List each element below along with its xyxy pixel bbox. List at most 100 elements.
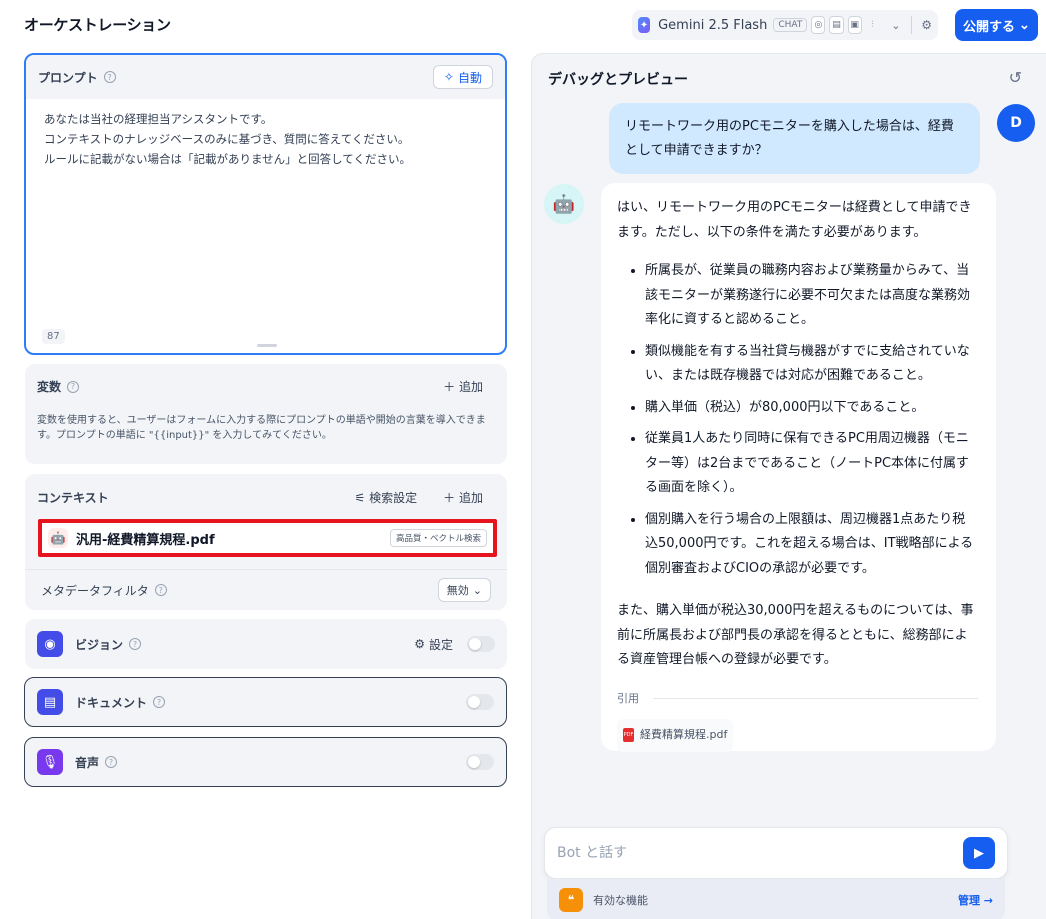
citation-header: 引用 [617, 687, 978, 712]
help-icon[interactable]: ? [105, 756, 118, 768]
settings-label: 設定 [428, 637, 453, 652]
prompt-editor[interactable]: プロンプト ? ✧ 自動 あなたは当社の経理担当アシスタントです。 コンテキスト… [24, 53, 507, 355]
debug-title: デバッグとプレビュー [548, 72, 688, 88]
retrieval-badge: 高品質・ベクトル検索 [389, 529, 487, 547]
search-settings-label: 検索設定 [369, 490, 418, 505]
divider [25, 569, 507, 570]
citation-label: 引用 [617, 691, 639, 705]
prompt-header: プロンプト ? ✧ 自動 [26, 55, 505, 99]
divider [910, 16, 912, 34]
vision-icon: ◎ [811, 16, 826, 34]
enabled-features-bar: ❝ 有効な機能 管理 → [547, 879, 1005, 919]
metadata-filter-select[interactable]: 無効 ⌄ [437, 578, 491, 602]
chevron-down-icon[interactable]: ⌄ [891, 19, 900, 32]
manage-label: 管理 [957, 894, 980, 907]
model-selector[interactable]: ✦ Gemini 2.5 Flash CHAT ◎ ▤ ▣ ⫶ ⌄ ⚙ [632, 10, 938, 40]
auto-generate-button[interactable]: ✧ 自動 [432, 65, 493, 89]
chevron-down-icon: ⌄ [1019, 17, 1030, 32]
bot-conditions-list: 所属長が、従業員の職務内容および業務量からみて、当該モニターが業務遂行に必要不可… [617, 259, 978, 581]
help-icon[interactable]: ? [129, 638, 142, 650]
model-mode-badge: CHAT [773, 18, 808, 32]
add-label: 追加 [458, 380, 483, 394]
audio-feature: 🎙 音声 ? [24, 737, 507, 787]
divider [653, 698, 978, 700]
citation-file-name: 経費精算規程.pdf [640, 728, 728, 741]
send-button[interactable]: ▶ [963, 837, 995, 869]
sliders-icon: ⚟ [354, 490, 366, 505]
chat-input[interactable] [557, 845, 963, 861]
quote-icon: ❝ [559, 888, 583, 912]
vision-feature: ◉ ビジョン ? ⚙ 設定 [25, 619, 507, 669]
bot-intro: はい、リモートワーク用のPCモニターは経費として申請できます。ただし、以下の条件… [617, 200, 972, 240]
citation-chip[interactable]: PDF 経費精算規程.pdf [617, 719, 734, 752]
list-item: 従業員1人あたり同時に保有できるPC用周辺機器（モニター等）は2台までであること… [645, 427, 978, 501]
send-icon: ▶ [974, 845, 984, 860]
help-icon[interactable]: ? [67, 380, 80, 393]
document-label: ドキュメント [75, 695, 148, 710]
gear-icon: ⚙ [414, 637, 425, 651]
metadata-filter-label: メタデータフィルタ [41, 583, 149, 598]
vision-settings-button[interactable]: ⚙ 設定 [414, 636, 453, 653]
metadata-filter-value: 無効 [446, 584, 469, 597]
gemini-logo-icon: ✦ [638, 17, 651, 33]
bot-outro: また、購入単価が税込30,000円を超えるものについては、事前に所属長および部門… [617, 603, 974, 667]
document-icon: ▤ [829, 16, 844, 34]
help-icon[interactable]: ? [103, 71, 116, 83]
help-icon[interactable]: ? [153, 696, 166, 708]
document-feature: ▤ ドキュメント ? [24, 677, 507, 727]
audio-toggle[interactable] [466, 754, 494, 770]
list-item: 購入単価（税込）が80,000円以下であること。 [645, 396, 978, 421]
enabled-features-label: 有効な機能 [593, 894, 648, 907]
video-icon: ▣ [847, 16, 862, 34]
list-item: 類似機能を有する当社貸与機器がすでに支給されていない、または既存機器では対応が困… [645, 340, 978, 389]
refresh-icon[interactable]: ↺ [1009, 68, 1022, 87]
publish-button[interactable]: 公開する ⌄ [955, 9, 1038, 41]
add-label: 追加 [458, 490, 483, 505]
add-variable-button[interactable]: ＋ 追加 [443, 378, 483, 395]
audio-icon: ⫶ [871, 20, 874, 30]
metadata-filter-row: メタデータフィルタ ? 無効 ⌄ [41, 578, 491, 602]
prompt-line: ルールに記載がない場合は「記載がありません」と回答してください。 [44, 152, 411, 166]
context-file-name: 汎用-経費精算規程.pdf [76, 532, 215, 548]
context-label: コンテキスト [37, 490, 109, 505]
prompt-line: あなたは当社の経理担当アシスタントです。 [44, 112, 273, 126]
sparkle-icon: ✧ [443, 70, 454, 84]
prompt-line: コンテキストのナレッジベースのみに基づき、質問に答えてください。 [44, 132, 410, 146]
resize-handle[interactable] [257, 344, 277, 347]
context-file-item[interactable]: 🤖 汎用-経費精算規程.pdf 高品質・ベクトル検索 [38, 519, 497, 557]
prompt-text[interactable]: あなたは当社の経理担当アシスタントです。 コンテキストのナレッジベースのみに基づ… [26, 99, 505, 179]
microphone-icon: 🎙 [37, 749, 63, 775]
bot-icon: 🤖 [48, 528, 68, 548]
audio-label: 音声 [75, 755, 100, 770]
variables-label: 変数 [37, 380, 62, 394]
model-name: Gemini 2.5 Flash [658, 17, 768, 33]
chat-input-box: ▶ [544, 827, 1008, 879]
chevron-down-icon: ⌄ [472, 583, 482, 597]
model-settings-icon[interactable]: ⚙ [921, 18, 932, 32]
debug-preview-panel: デバッグとプレビュー ↺ リモートワーク用のPCモニターを購入した場合は、経費と… [531, 53, 1046, 919]
bot-avatar-icon: 🤖 [544, 184, 584, 224]
page-title: オーケストレーション [24, 16, 171, 34]
variables-section: 変数 ? ＋ 追加 変数を使用すると、ユーザーはフォームに入力する際にプロンプト… [25, 364, 507, 464]
list-item: 個別購入を行う場合の上限額は、周辺機器1点あたり税込50,000円です。これを超… [645, 508, 978, 582]
vision-label: ビジョン [75, 637, 124, 652]
variables-description: 変数を使用すると、ユーザーはフォームに入力する際にプロンプトの単語や開始の言葉を… [37, 415, 486, 441]
auto-label: 自動 [457, 70, 482, 85]
pdf-icon: PDF [623, 728, 634, 743]
context-section: コンテキスト ⚟ 検索設定 ＋ 追加 🤖 汎用-経費精算規程.pdf 高品質・ベ… [25, 474, 507, 610]
list-item: 所属長が、従業員の職務内容および業務量からみて、当該モニターが業務遂行に必要不可… [645, 259, 978, 333]
help-icon[interactable]: ? [154, 584, 167, 596]
publish-label: 公開する [963, 18, 1016, 34]
document-icon: ▤ [37, 689, 63, 715]
char-count: 87 [42, 329, 65, 344]
user-message: リモートワーク用のPCモニターを購入した場合は、経費として申請できますか？ [609, 103, 980, 174]
document-toggle[interactable] [466, 694, 494, 710]
prompt-label: プロンプト [38, 70, 98, 85]
manage-features-link[interactable]: 管理 → [958, 892, 993, 908]
vision-toggle[interactable] [467, 636, 495, 652]
search-settings-button[interactable]: ⚟ 検索設定 [355, 489, 418, 506]
user-avatar: D [997, 104, 1035, 142]
bot-message: はい、リモートワーク用のPCモニターは経費として申請できます。ただし、以下の条件… [601, 183, 996, 752]
eye-icon: ◉ [37, 631, 63, 657]
add-context-button[interactable]: ＋ 追加 [443, 489, 483, 506]
